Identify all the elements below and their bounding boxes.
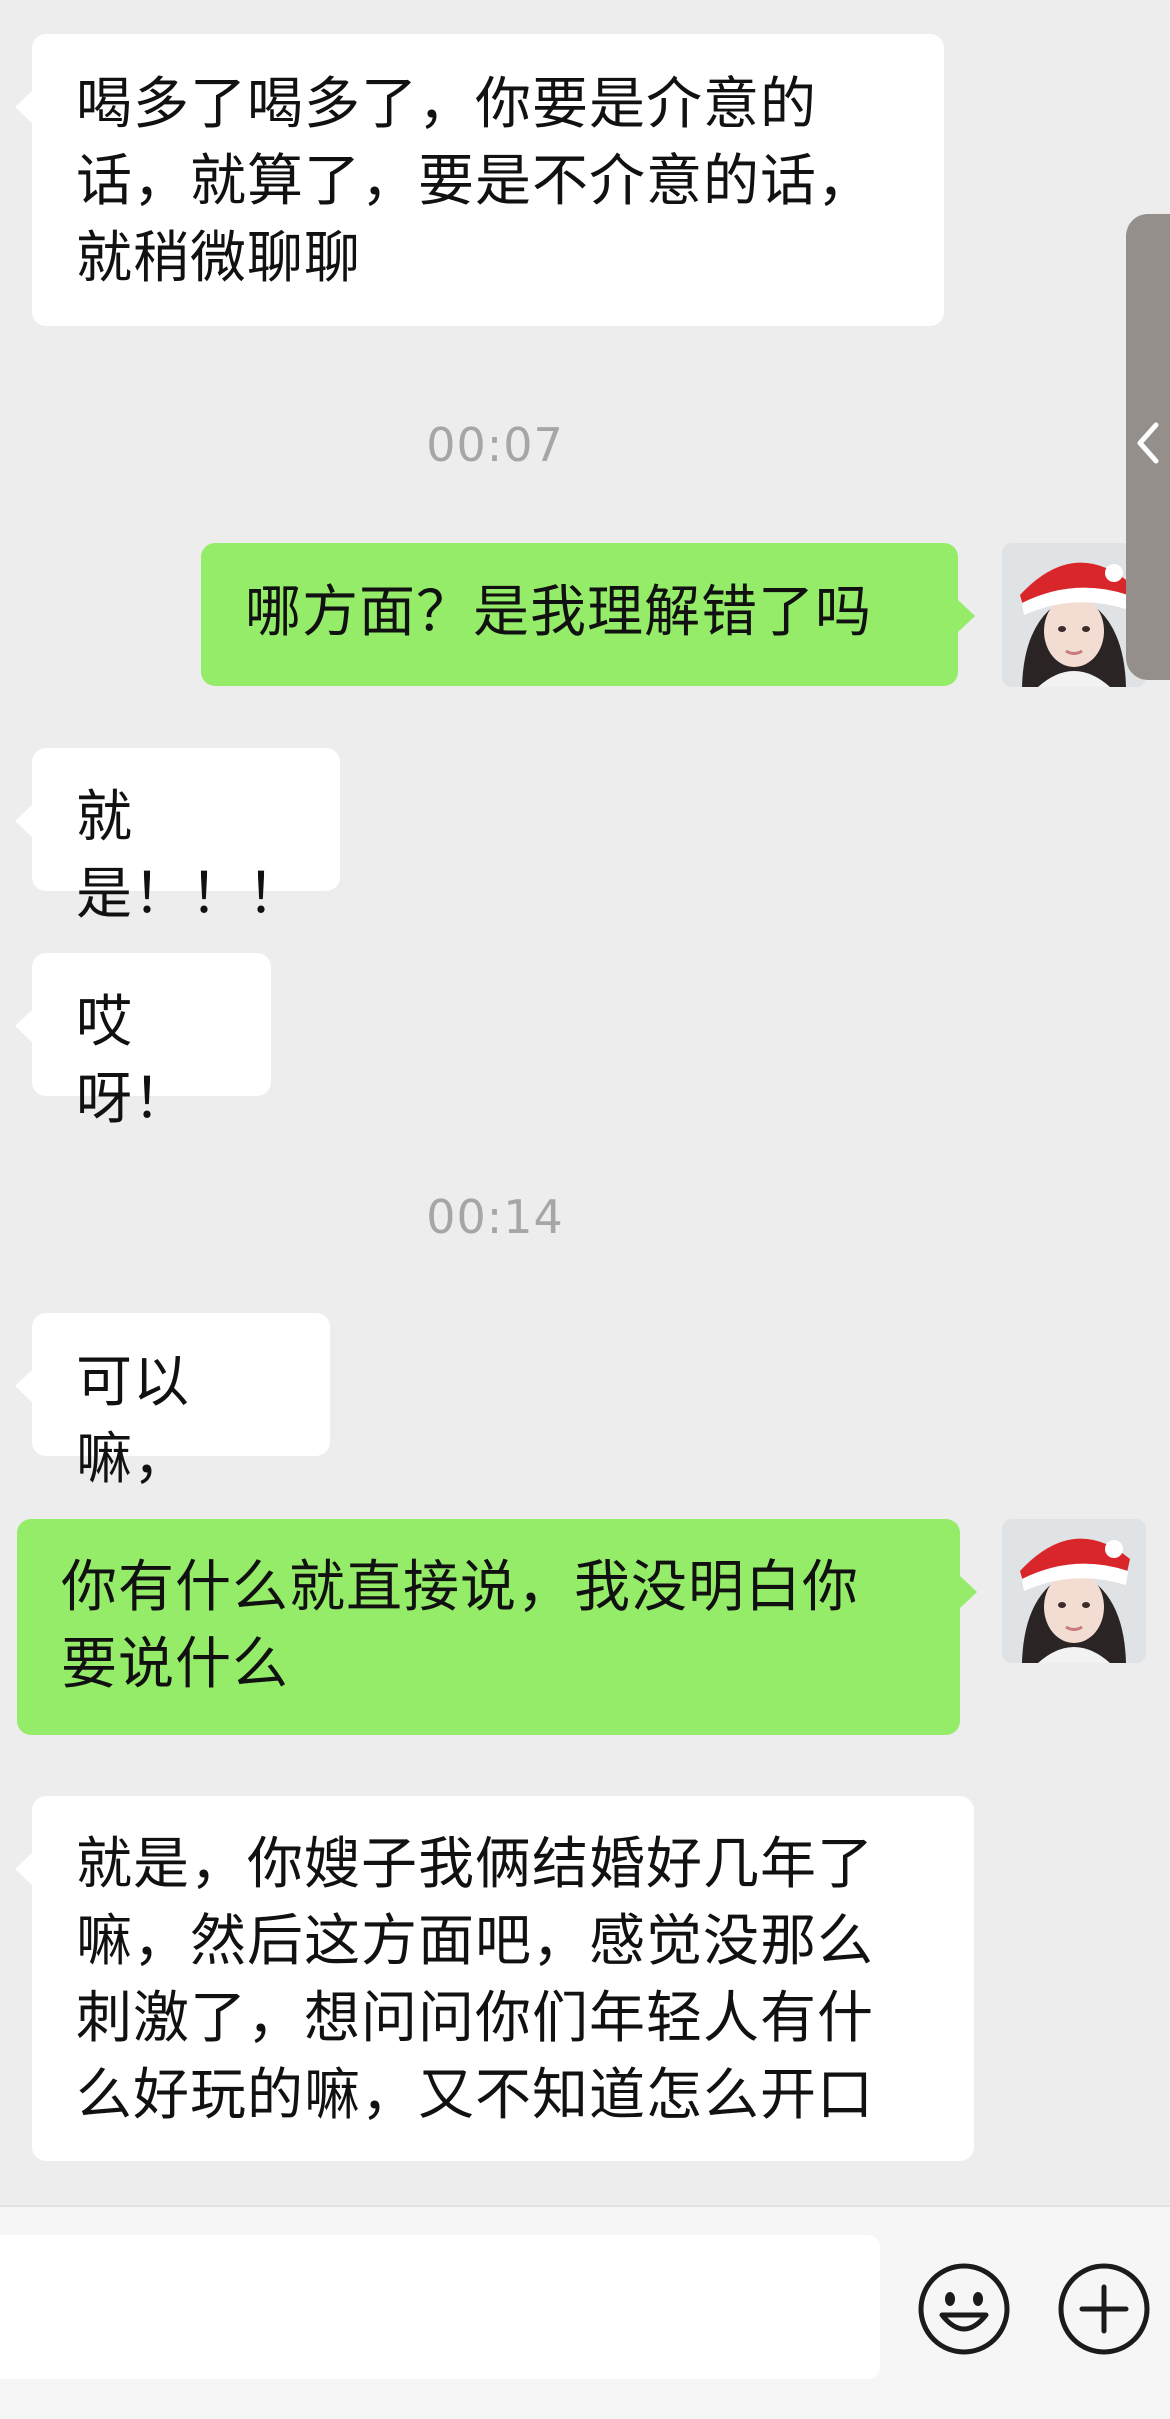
emoji-button[interactable]	[916, 2261, 1012, 2357]
timestamp: 00:14	[426, 1190, 564, 1244]
plus-circle-icon	[1058, 2263, 1150, 2355]
message-incoming[interactable]: 喝多了喝多了，你要是介意的 话，就算了，要是不介意的话， 就稍微聊聊	[15, 34, 944, 326]
message-input[interactable]	[0, 2235, 880, 2379]
avatar[interactable]	[1002, 543, 1146, 687]
message-incoming[interactable]: 就是，你嫂子我俩结婚好几年了 嘛，然后这方面吧，感觉没那么 刺激了，想问问你们年…	[15, 1796, 974, 2161]
message-incoming[interactable]: 可以嘛，	[15, 1313, 330, 1492]
avatar[interactable]	[1002, 1519, 1146, 1663]
message-outgoing[interactable]: 哪方面？是我理解错了吗	[201, 543, 975, 686]
chevron-left-icon	[1137, 422, 1159, 464]
timestamp: 00:07	[426, 418, 564, 472]
message-incoming[interactable]: 哎呀！	[15, 953, 271, 1132]
more-button[interactable]	[1056, 2261, 1152, 2357]
chat-area: 喝多了喝多了，你要是介意的 话，就算了，要是不介意的话， 就稍微聊聊 00:07…	[0, 0, 1170, 2205]
message-outgoing[interactable]: 你有什么就直接说，我没明白你 要说什么	[17, 1519, 977, 1735]
smiley-face-icon	[918, 2263, 1010, 2355]
side-panel-handle[interactable]	[1126, 214, 1170, 680]
input-toolbar	[0, 2205, 1170, 2419]
message-incoming[interactable]: 就是！！！	[15, 748, 340, 927]
